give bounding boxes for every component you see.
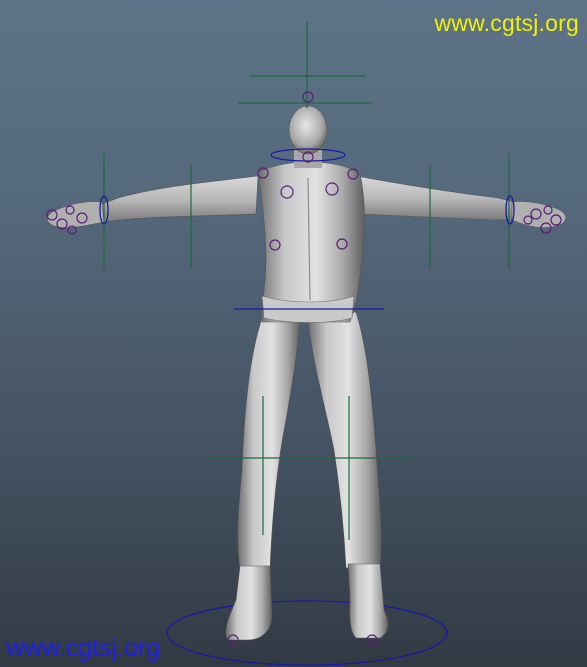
watermark-bottom: www.cgtsj.org (6, 634, 161, 662)
left-arm (101, 175, 259, 223)
watermark-top: www.cgtsj.org (434, 10, 579, 36)
character-model[interactable] (47, 105, 567, 641)
left-leg (237, 317, 301, 571)
right-boot (347, 563, 389, 639)
left-hand (47, 201, 105, 228)
head-joint[interactable] (302, 91, 314, 103)
right-hand (511, 201, 567, 228)
right-leg (307, 311, 382, 569)
left-boot (225, 565, 273, 641)
ground-control-circle[interactable] (166, 600, 448, 666)
head (288, 105, 328, 155)
right-arm (355, 175, 515, 221)
scene-canvas[interactable] (0, 0, 587, 667)
3d-viewport[interactable]: www.cgtsj.org www.cgtsj.org (0, 0, 587, 667)
